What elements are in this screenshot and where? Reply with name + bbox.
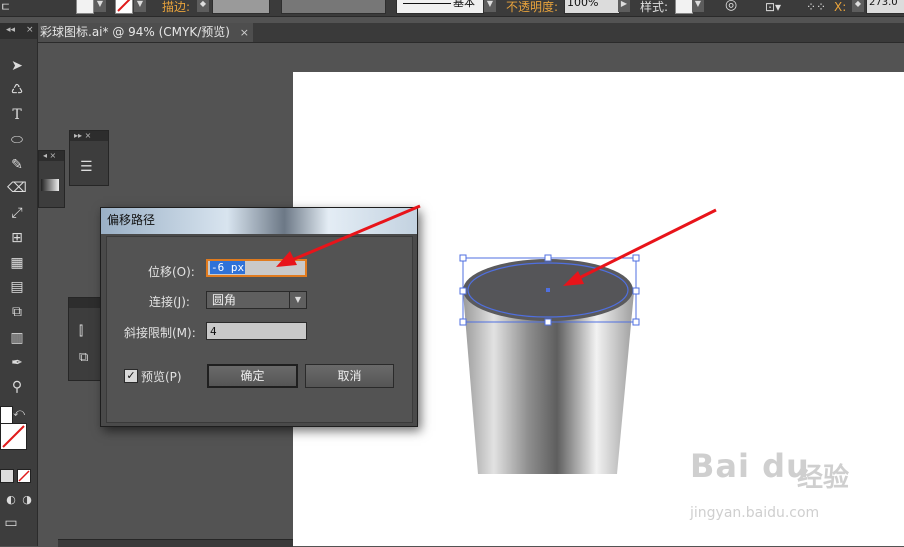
offset-field[interactable]: -6 px <box>206 259 307 277</box>
preview-label: 预览(P) <box>141 370 182 384</box>
watermark-logo: Bai du <box>690 447 810 485</box>
chevron-down-icon[interactable]: ▼ <box>289 292 306 308</box>
join-select[interactable]: 圆角 ▼ <box>206 291 307 309</box>
watermark-cn: 经验 <box>797 463 850 493</box>
miter-limit-field[interactable]: 4 <box>206 322 307 340</box>
join-label: 连接(J): <box>149 295 190 309</box>
dialog-body: 位移(O): -6 px 连接(J): 圆角 ▼ 斜接限制(M): 4 ✓ 预览… <box>106 236 413 423</box>
ok-button[interactable]: 确定 <box>207 364 298 388</box>
watermark-url: jingyan.baidu.com <box>690 505 820 521</box>
cancel-button[interactable]: 取消 <box>305 364 394 388</box>
dialog-title[interactable]: 偏移路径 <box>101 208 417 234</box>
offset-label: 位移(O): <box>148 265 195 279</box>
join-value: 圆角 <box>212 293 237 307</box>
baidu-watermark: Bai du 经验 jingyan.baidu.com <box>690 447 900 527</box>
offset-path-dialog: 偏移路径 位移(O): -6 px 连接(J): 圆角 ▼ 斜接限制(M): 4… <box>100 207 418 427</box>
preview-checkbox[interactable]: ✓ <box>124 369 138 383</box>
center-point <box>546 288 550 292</box>
annotation-arrow-2 <box>576 208 717 281</box>
miter-limit-label: 斜接限制(M): <box>124 326 196 340</box>
offset-value: -6 px <box>210 261 246 274</box>
